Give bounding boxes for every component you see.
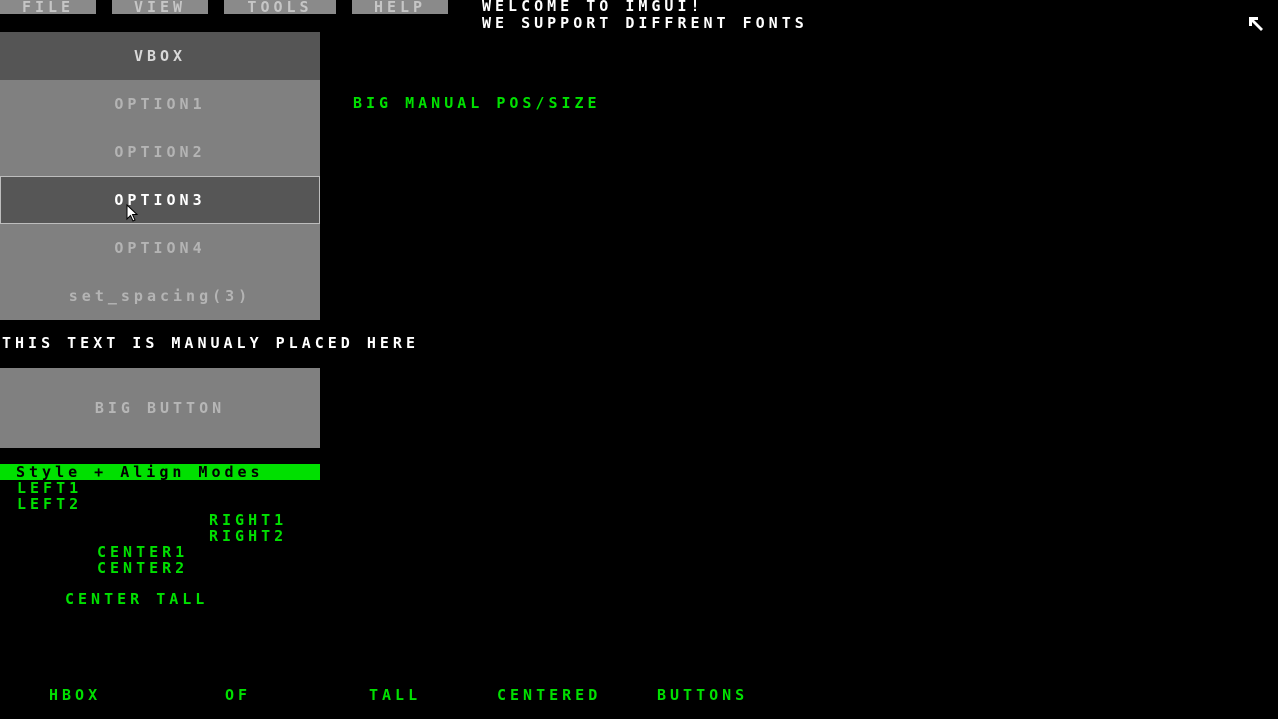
- manual-text: THIS TEXT IS MANUALY PLACED HERE: [2, 334, 419, 352]
- menu-file[interactable]: FILE: [0, 0, 96, 14]
- resize-arrow-icon[interactable]: [1248, 16, 1264, 32]
- vbox-option-3[interactable]: OPTION3: [0, 176, 320, 224]
- hbox-button-hbox[interactable]: HBOX: [49, 687, 101, 703]
- menu-view[interactable]: VIEW: [112, 0, 208, 14]
- mouse-cursor-icon: [126, 203, 140, 224]
- style-section-title: Style + Align Modes: [0, 464, 320, 480]
- left1-label: LEFT1: [17, 479, 83, 497]
- fonts-text: WE SUPPORT DIFFRENT FONTS: [482, 14, 808, 32]
- center-tall-label: CENTER TALL: [65, 590, 209, 608]
- hbox-button-centered[interactable]: CENTERED: [497, 687, 601, 703]
- menu-tools[interactable]: TOOLS: [224, 0, 336, 14]
- vbox-option-set-spacing[interactable]: set_spacing(3): [0, 272, 320, 320]
- hbox-button-buttons[interactable]: BUTTONS: [657, 687, 748, 703]
- vbox-title: VBOX: [0, 32, 320, 80]
- hbox-button-of[interactable]: OF: [225, 687, 251, 703]
- center1-label: CENTER1: [97, 543, 189, 561]
- big-button[interactable]: BIG BUTTON: [0, 368, 320, 448]
- welcome-text: WELCOME TO IMGUI!: [482, 0, 704, 15]
- menu-help[interactable]: HELP: [352, 0, 448, 14]
- big-manual-label: BIG MANUAL POS/SIZE: [353, 94, 601, 112]
- right1-label: RIGHT1: [209, 511, 288, 529]
- vbox-option-4[interactable]: OPTION4: [0, 224, 320, 272]
- vbox-option-2[interactable]: OPTION2: [0, 128, 320, 176]
- left2-label: LEFT2: [17, 495, 83, 513]
- vbox-option-1[interactable]: OPTION1: [0, 80, 320, 128]
- hbox-button-tall[interactable]: TALL: [369, 687, 421, 703]
- right2-label: RIGHT2: [209, 527, 288, 545]
- center2-label: CENTER2: [97, 559, 189, 577]
